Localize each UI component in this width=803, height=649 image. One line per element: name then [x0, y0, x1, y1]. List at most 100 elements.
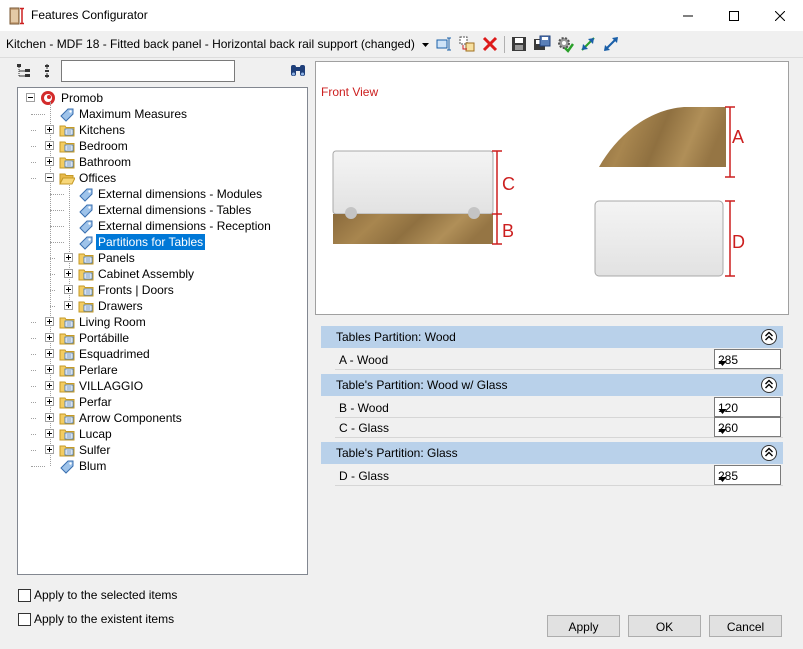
tree-node-villaggio[interactable]: VILLAGGIO: [18, 378, 298, 394]
tree-node-perfar[interactable]: Perfar: [18, 394, 298, 410]
apply-selected-checkbox[interactable]: [18, 589, 31, 602]
row-divider: [335, 485, 783, 486]
property-value-select[interactable]: 285: [714, 349, 781, 369]
expand-toggle[interactable]: [45, 413, 54, 422]
property-row: D - Glass 285: [321, 465, 783, 485]
minimize-button[interactable]: [665, 0, 711, 31]
tree-node-blum[interactable]: Blum: [18, 458, 298, 474]
tree-node-partitions-for-tables[interactable]: Partitions for Tables: [18, 234, 298, 250]
row-divider: [335, 369, 783, 370]
expand-toggle[interactable]: [64, 301, 73, 310]
features-tree[interactable]: Promob Maximum Measures Kitchens Bedroom Ba…: [17, 87, 308, 575]
property-value-select[interactable]: 285: [714, 465, 781, 485]
collapse-category-button[interactable]: [761, 377, 777, 393]
tree-node-maximum-measures[interactable]: Maximum Measures: [18, 106, 298, 122]
expand-toggle[interactable]: [45, 317, 54, 326]
expand-toggle[interactable]: [45, 397, 54, 406]
collapse-category-button[interactable]: [761, 445, 777, 461]
tree-node-external-dimensions-modules[interactable]: External dimensions - Modules: [18, 186, 298, 202]
tree-node-label: Bathroom: [79, 155, 132, 169]
expand-toggle[interactable]: [45, 157, 54, 166]
tree-node-external-dimensions-reception[interactable]: External dimensions - Reception: [18, 218, 298, 234]
maximize-button[interactable]: [711, 0, 757, 31]
search-input[interactable]: [61, 60, 235, 82]
close-button[interactable]: [757, 0, 803, 31]
tree-node-label: Sulfer: [79, 443, 111, 457]
expand-toggle[interactable]: [45, 333, 54, 342]
tree-node-label: Promob: [61, 91, 104, 105]
find-button[interactable]: [289, 62, 307, 78]
copy-configuration-button[interactable]: [458, 35, 476, 53]
tree-node-promob[interactable]: Promob: [18, 90, 298, 106]
delete-button[interactable]: [481, 35, 499, 53]
tree-node-label: Cabinet Assembly: [98, 267, 195, 281]
folder-icon: [59, 394, 75, 410]
property-value-select[interactable]: 120: [714, 397, 781, 417]
window-title: Features Configurator: [31, 8, 148, 22]
tree-node-cabinet-assembly[interactable]: Cabinet Assembly: [18, 266, 298, 282]
list-view-toggle-button[interactable]: [40, 63, 54, 79]
expand-toggle[interactable]: [45, 125, 54, 134]
tree-node-panels[interactable]: Panels: [18, 250, 298, 266]
save-button[interactable]: [510, 35, 528, 53]
tree-node-bedroom[interactable]: Bedroom: [18, 138, 298, 154]
property-row: B - Wood 120: [321, 397, 783, 417]
folder-icon: [59, 346, 75, 362]
expand-toggle[interactable]: [45, 141, 54, 150]
expand-toggle[interactable]: [64, 253, 73, 262]
apply-button[interactable]: Apply: [547, 615, 620, 637]
expand-toggle[interactable]: [45, 429, 54, 438]
expand-all-button[interactable]: [602, 35, 620, 53]
tree-node-drawers[interactable]: Drawers: [18, 298, 298, 314]
tree-node-lucap[interactable]: Lucap: [18, 426, 298, 442]
tree-node-label: Drawers: [98, 299, 143, 313]
tag-icon: [78, 218, 94, 234]
settings-button[interactable]: [556, 35, 574, 53]
minimize-icon: [683, 15, 693, 16]
partition-preview-drawing: [332, 106, 735, 277]
tree-node-living-room[interactable]: Living Room: [18, 314, 298, 330]
tree-node-external-dimensions-tables[interactable]: External dimensions - Tables: [18, 202, 298, 218]
save-as-button[interactable]: [533, 35, 551, 53]
expand-toggle[interactable]: [45, 349, 54, 358]
expand-toggle[interactable]: [64, 285, 73, 294]
apply-to-item-button[interactable]: [435, 35, 453, 53]
tree-node-bathroom[interactable]: Bathroom: [18, 154, 298, 170]
arrows-in-icon: [581, 37, 595, 51]
tree-node-perlare[interactable]: Perlare: [18, 362, 298, 378]
expand-toggle[interactable]: [64, 269, 73, 278]
tree-node-kitchens[interactable]: Kitchens: [18, 122, 298, 138]
tree-node-label: Partitions for Tables: [96, 234, 206, 250]
expand-toggle[interactable]: [45, 381, 54, 390]
chevron-down-icon[interactable]: [421, 39, 431, 49]
folder-icon: [78, 266, 94, 282]
collapse-toggle[interactable]: [26, 93, 35, 102]
collapse-all-button[interactable]: [579, 35, 597, 53]
tree-node-label: VILLAGGIO: [79, 379, 144, 393]
expand-toggle[interactable]: [45, 365, 54, 374]
tree-node-arrow-components[interactable]: Arrow Components: [18, 410, 298, 426]
apply-existent-checkbox[interactable]: [18, 613, 31, 626]
folder-icon: [78, 282, 94, 298]
property-label: D - Glass: [339, 469, 390, 483]
tree-node-fronts-doors[interactable]: Fronts | Doors: [18, 282, 298, 298]
tree-node-offices[interactable]: Offices: [18, 170, 298, 186]
property-value-select[interactable]: 260: [714, 417, 781, 437]
tree-node-sulfer[interactable]: Sulfer: [18, 442, 298, 458]
tree-node-port-bille[interactable]: Portábille: [18, 330, 298, 346]
collapse-toggle[interactable]: [45, 173, 54, 182]
tree-node-label: Panels: [98, 251, 135, 265]
apply-existent-label: Apply to the existent items: [34, 612, 175, 626]
property-label: A - Wood: [339, 353, 389, 367]
folder-icon: [59, 122, 75, 138]
cancel-button[interactable]: Cancel: [709, 615, 782, 637]
wood-glass-partition: [332, 150, 502, 245]
folder-icon: [59, 378, 75, 394]
tree-view-toggle-button[interactable]: [16, 63, 32, 79]
tag-icon: [59, 458, 75, 474]
apply-selected-label: Apply to the selected items: [34, 588, 178, 602]
tree-node-esquadrimed[interactable]: Esquadrimed: [18, 346, 298, 362]
ok-button[interactable]: OK: [628, 615, 701, 637]
expand-toggle[interactable]: [45, 445, 54, 454]
collapse-category-button[interactable]: [761, 329, 777, 345]
